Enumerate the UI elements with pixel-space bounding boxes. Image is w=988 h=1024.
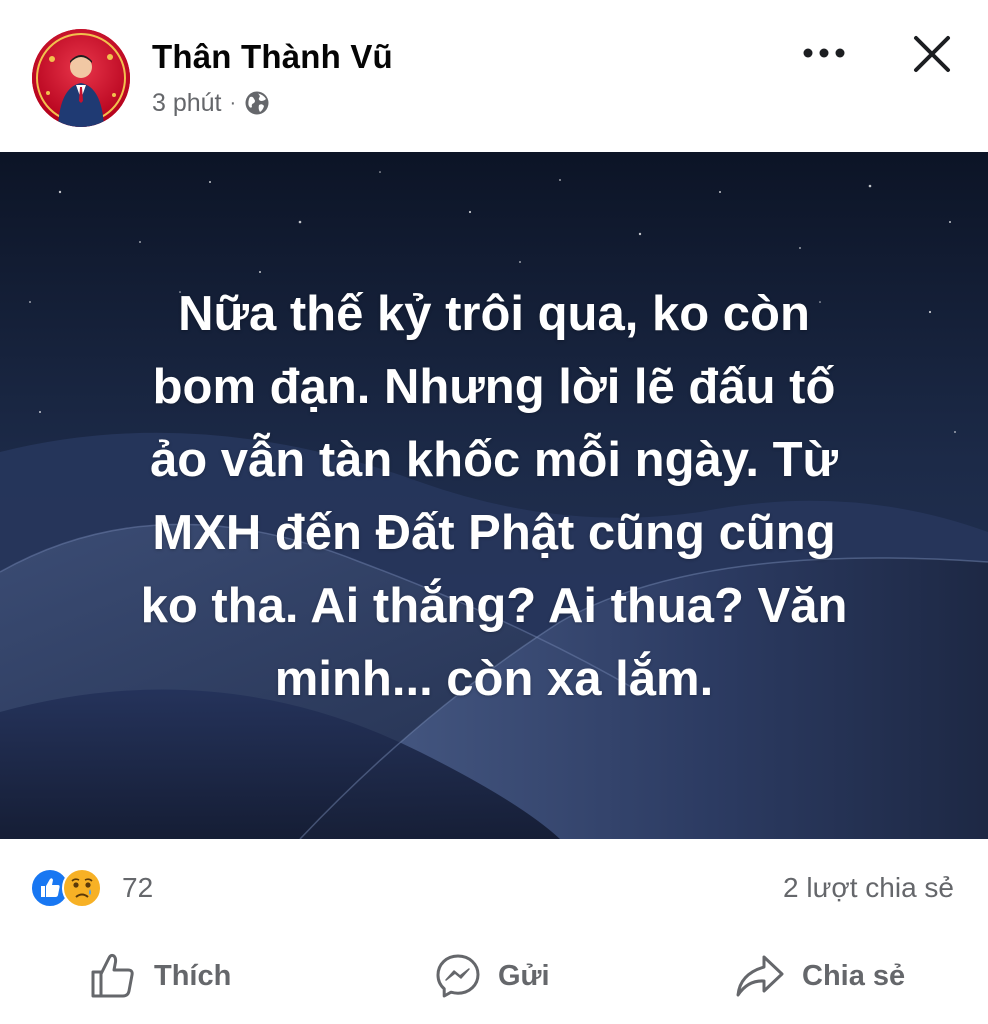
post-header: Thân Thành Vũ 3 phút · xyxy=(0,0,988,152)
post-text-line: bom đạn. Nhưng lời lẽ đấu tố xyxy=(152,360,836,414)
avatar-image xyxy=(32,29,130,127)
post-text-line: ko tha. Ai thắng? Ai thua? Văn xyxy=(140,579,848,633)
close-button[interactable] xyxy=(904,26,960,82)
more-options-button[interactable] xyxy=(796,30,852,76)
post-time[interactable]: 3 phút xyxy=(152,89,222,118)
share-button[interactable]: Chia sẻ xyxy=(734,946,905,1006)
post-actions: Thích Gửi Chia sẻ xyxy=(0,936,988,1016)
more-icon xyxy=(803,48,845,58)
messenger-icon xyxy=(436,954,480,998)
reaction-icons[interactable] xyxy=(30,868,114,908)
share-count[interactable]: 2 lượt chia sẻ xyxy=(783,872,954,904)
share-arrow-icon xyxy=(736,955,784,997)
like-button[interactable]: Thích xyxy=(88,946,231,1006)
meta-separator: · xyxy=(229,91,237,114)
post-text-line: ảo vẫn tàn khốc mỗi ngày. Từ xyxy=(149,433,839,487)
reaction-count[interactable]: 72 xyxy=(122,872,153,904)
post-text: Nữa thế kỷ trôi qua, ko còn bom đạn. Như… xyxy=(60,278,928,716)
post-background: Nữa thế kỷ trôi qua, ko còn bom đạn. Như… xyxy=(0,152,988,839)
send-label: Gửi xyxy=(498,959,550,992)
thumbs-up-icon xyxy=(91,953,134,998)
reactions-summary: 72 2 lượt chia sẻ xyxy=(0,860,988,916)
author-name[interactable]: Thân Thành Vũ xyxy=(152,38,393,76)
post-meta: 3 phút · xyxy=(152,86,270,120)
close-icon xyxy=(914,36,950,72)
like-label: Thích xyxy=(154,959,232,992)
author-avatar[interactable] xyxy=(32,29,130,127)
send-button[interactable]: Gửi xyxy=(434,946,550,1006)
post-text-line: Nữa thế kỷ trôi qua, ko còn xyxy=(178,287,810,341)
sad-reaction-icon xyxy=(62,868,102,908)
globe-icon[interactable] xyxy=(244,90,270,116)
post-text-line: minh... còn xa lắm. xyxy=(274,652,714,706)
post-text-line: MXH đến Đất Phật cũng cũng xyxy=(152,506,836,560)
share-label: Chia sẻ xyxy=(802,959,906,992)
